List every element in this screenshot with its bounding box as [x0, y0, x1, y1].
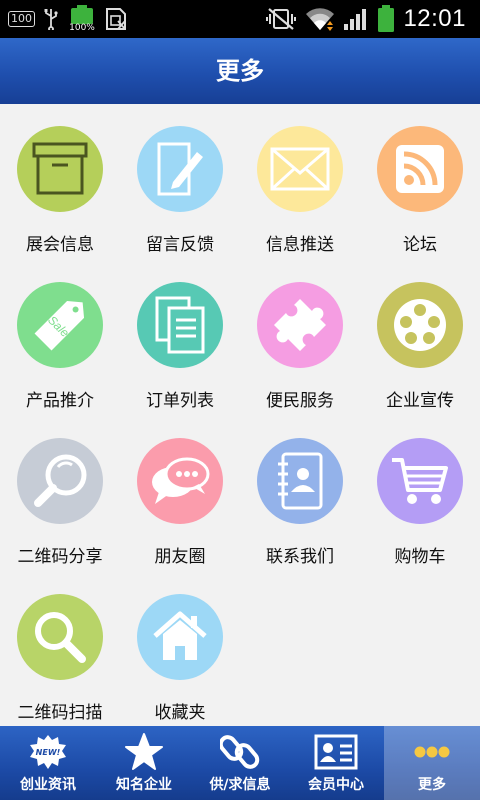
chain-link-icon — [220, 735, 260, 769]
title-bar: 更多 — [0, 38, 480, 104]
sim-card-icon — [106, 8, 126, 30]
member-card-icon — [314, 734, 358, 770]
chat-bubbles-icon — [152, 457, 210, 504]
battery-icon — [378, 5, 395, 32]
grid-item-circle — [377, 282, 463, 368]
grid-item-label: 便民服务 — [266, 391, 334, 411]
grid-item-push-info[interactable]: 信息推送 — [240, 104, 360, 260]
grid-item-circle — [137, 126, 223, 212]
status-bar: 100 100% 12:01 — [0, 0, 480, 38]
grid-item-circle — [377, 126, 463, 212]
vibrate-mute-icon — [266, 8, 297, 30]
grid-item-circle — [257, 438, 343, 524]
grid-item-circle — [137, 438, 223, 524]
battery-percent-label: 100% — [69, 23, 95, 33]
grid-item-favorites[interactable]: 收藏夹 — [120, 572, 240, 728]
tab-famous-companies[interactable]: 知名企业 — [96, 726, 192, 800]
signal-icon — [344, 9, 367, 30]
grid-item-order-list[interactable]: 订单列表 — [120, 260, 240, 416]
grid-item-label: 收藏夹 — [154, 703, 206, 723]
search-icon — [35, 612, 86, 663]
page-title: 更多 — [216, 57, 264, 85]
tab-label: 知名企业 — [116, 777, 172, 793]
envelope-icon — [270, 147, 330, 191]
grid-item-label: 购物车 — [394, 547, 446, 567]
tab-member-center[interactable]: 会员中心 — [288, 726, 384, 800]
bottom-tab-bar: NEW! 创业资讯 知名企业 供/求信息 会员中心 更多 — [0, 726, 480, 800]
edit-note-icon — [157, 142, 203, 196]
home-icon — [153, 611, 207, 660]
grid-item-qr-share[interactable]: 二维码分享 — [0, 416, 120, 572]
grid-item-label: 论坛 — [403, 235, 437, 255]
battery-level-badge: 100 — [8, 11, 35, 27]
grid-item-contact-us[interactable]: 联系我们 — [240, 416, 360, 572]
grid-item-circle — [377, 438, 463, 524]
grid-item-feedback[interactable]: 留言反馈 — [120, 104, 240, 260]
grid-item-label: 留言反馈 — [146, 235, 214, 255]
grid-item-label: 二维码扫描 — [17, 703, 103, 723]
grid-item-label: 信息推送 — [266, 235, 334, 255]
tab-icon-wrap — [408, 732, 456, 772]
tab-label: 会员中心 — [308, 777, 364, 793]
grid-item-label: 联系我们 — [266, 547, 334, 567]
magnifier-icon — [34, 454, 87, 507]
grid-item-qr-scan[interactable]: 二维码扫描 — [0, 572, 120, 728]
grid-item-promotion[interactable]: 企业宣传 — [360, 260, 480, 416]
contact-book-icon — [278, 452, 323, 510]
rss-icon — [396, 145, 444, 193]
grid-item-label: 展会信息 — [26, 235, 94, 255]
grid-item-label: 朋友圈 — [154, 547, 206, 567]
grid-item-label: 产品推介 — [26, 391, 94, 411]
new-badge-text: NEW! — [35, 747, 61, 757]
grid-item-circle — [17, 594, 103, 680]
usb-icon — [44, 9, 58, 30]
tab-icon-wrap — [120, 732, 168, 772]
grid-item-circle — [17, 126, 103, 212]
grid-item-label: 二维码分享 — [17, 547, 103, 567]
shopping-cart-icon — [392, 458, 448, 504]
grid-item-moments[interactable]: 朋友圈 — [120, 416, 240, 572]
sale-tag-icon: Sale — [34, 300, 85, 351]
film-reel-icon — [394, 299, 446, 351]
more-dots-icon — [414, 746, 450, 758]
grid-item-label: 订单列表 — [146, 391, 214, 411]
tab-supply-demand[interactable]: 供/求信息 — [192, 726, 288, 800]
tab-label: 更多 — [418, 777, 446, 793]
feature-grid: 展会信息 留言反馈 信息推送 论坛 Sale 产品推介 订单列表 便民服务 企业… — [0, 104, 480, 726]
star-icon — [125, 733, 163, 770]
grid-item-circle: Sale — [17, 282, 103, 368]
tab-startup-news[interactable]: NEW! 创业资讯 — [0, 726, 96, 800]
document-list-icon — [155, 296, 205, 354]
grid-item-product-promo[interactable]: Sale 产品推介 — [0, 260, 120, 416]
new-badge-icon: NEW! — [24, 732, 72, 772]
puzzle-icon — [274, 299, 326, 351]
tab-icon-wrap — [216, 732, 264, 772]
grid-item-exhibition-info[interactable]: 展会信息 — [0, 104, 120, 260]
tab-more[interactable]: 更多 — [384, 726, 480, 800]
battery-charge-icon: 100% — [67, 5, 97, 33]
grid-item-cart[interactable]: 购物车 — [360, 416, 480, 572]
grid-item-forum[interactable]: 论坛 — [360, 104, 480, 260]
grid-item-circle — [137, 594, 223, 680]
wifi-icon — [306, 8, 335, 31]
grid-item-circle — [257, 126, 343, 212]
grid-item-circle — [257, 282, 343, 368]
tab-label: 供/求信息 — [209, 777, 271, 793]
clock: 12:01 — [403, 5, 466, 32]
grid-item-convenience[interactable]: 便民服务 — [240, 260, 360, 416]
grid-item-label: 企业宣传 — [386, 391, 454, 411]
box-icon — [32, 142, 88, 195]
tab-label: 创业资讯 — [20, 777, 76, 793]
grid-item-circle — [137, 282, 223, 368]
tab-icon-wrap — [312, 732, 360, 772]
grid-item-circle — [17, 438, 103, 524]
